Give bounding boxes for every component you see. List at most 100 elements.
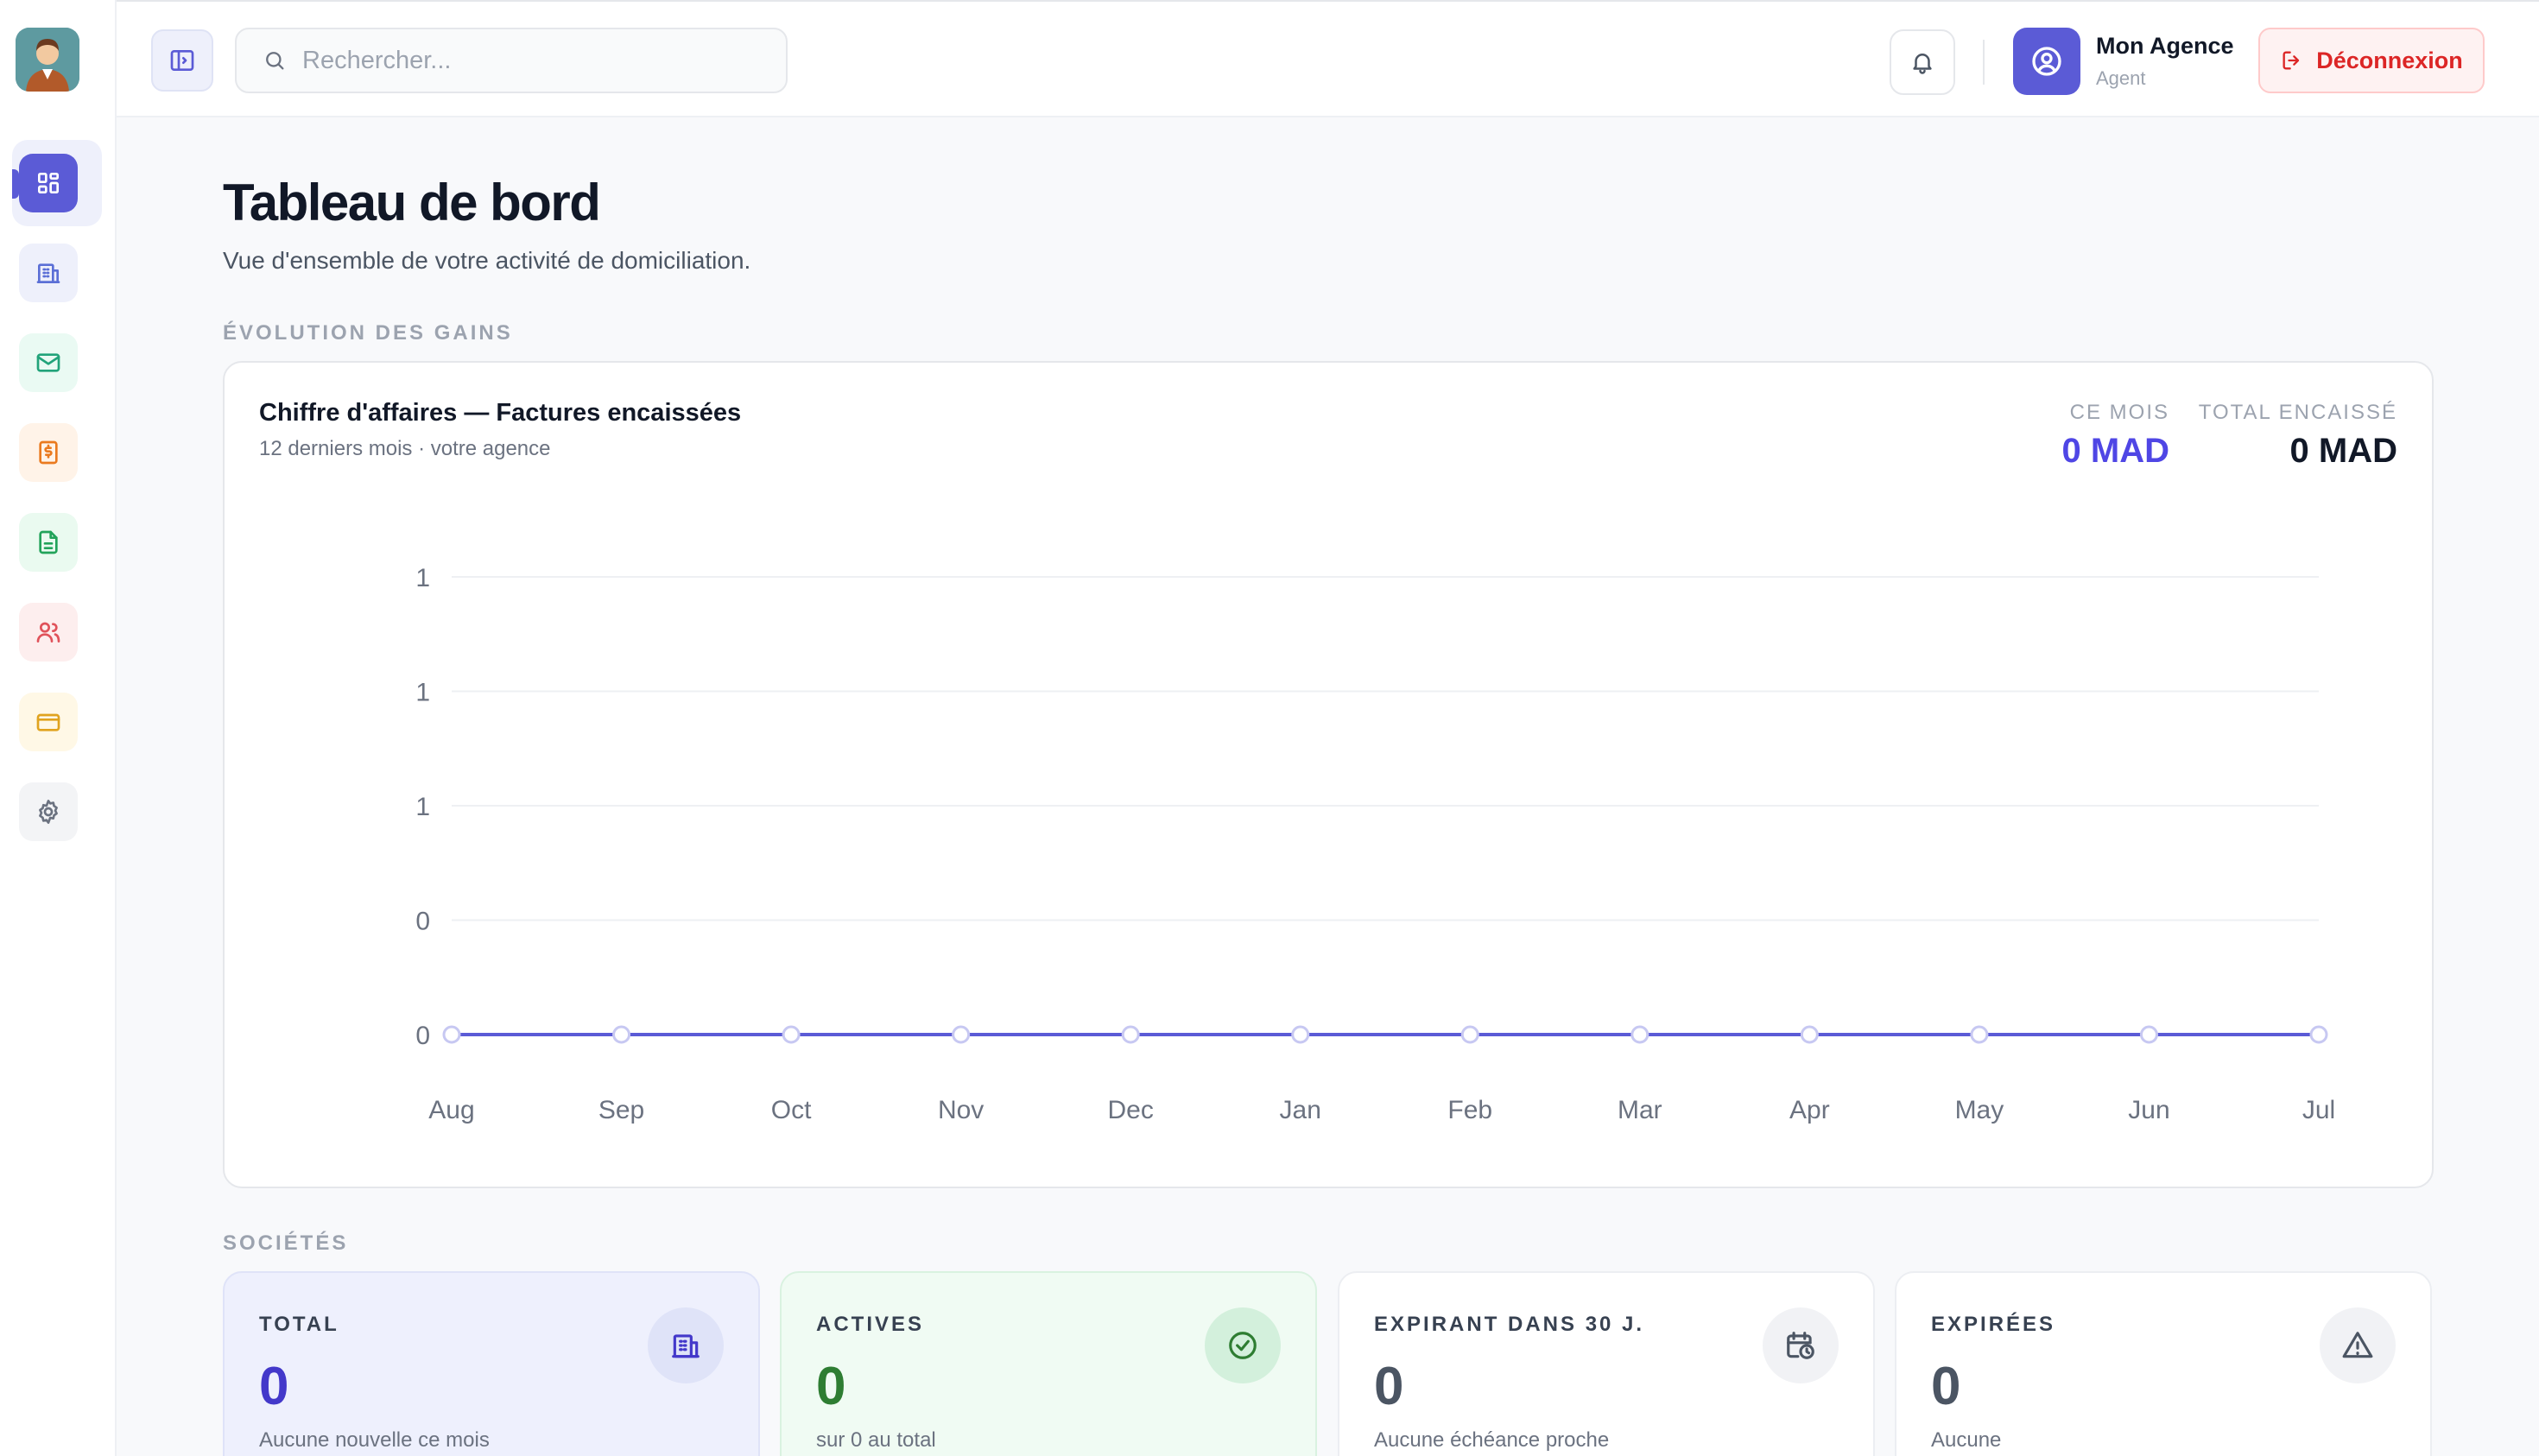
sidebar — [0, 0, 117, 1456]
data-point — [612, 1025, 631, 1044]
kpi-card[interactable]: EXPIRANT DANS 30 J. 0 Aucune échéance proc… — [1338, 1271, 1875, 1456]
app: Mon Agence Agent Déconnexion Tableau de … — [0, 0, 2539, 1456]
chart-subtitle: 12 derniers mois · votre agence — [259, 437, 551, 460]
sidebar-item-invoices[interactable] — [19, 423, 78, 482]
mail-icon — [36, 353, 60, 372]
kpi-card[interactable]: EXPIRÉES 0 Aucune — [1895, 1271, 2432, 1456]
kpi-value: 0 — [259, 1357, 289, 1416]
x-tick-label: Jul — [2302, 1096, 2335, 1124]
page-title: Tableau de bord — [223, 174, 601, 231]
invoice-icon — [39, 440, 58, 465]
x-tick-label: Mar — [1618, 1096, 1662, 1124]
y-tick-label: 1 — [415, 793, 430, 821]
users-icon — [36, 622, 60, 643]
kpi-label: EXPIRÉES — [1931, 1313, 2056, 1336]
sidebar-item-documents[interactable] — [19, 513, 78, 572]
kpi-card[interactable]: ACTIVES 0 sur 0 au total — [780, 1271, 1317, 1456]
search-box[interactable] — [235, 28, 788, 93]
sidebar-toggle-button[interactable] — [151, 29, 213, 92]
y-tick-label: 0 — [415, 1022, 430, 1050]
data-point — [1630, 1025, 1649, 1044]
x-tick-label: Nov — [938, 1096, 984, 1124]
building-icon — [672, 1334, 700, 1358]
data-point — [952, 1025, 971, 1044]
check-circle-icon — [1229, 1332, 1257, 1359]
kpi-value: 0 — [816, 1357, 846, 1416]
this-month-value: 0 MAD — [2061, 432, 2169, 470]
data-point — [1970, 1025, 1989, 1044]
section-label-earnings: ÉVOLUTION DES GAINS — [223, 321, 513, 345]
kpi-label: ACTIVES — [816, 1313, 925, 1336]
chart-title: Chiffre d'affaires — Factures encaissées — [259, 399, 742, 427]
logout-icon — [2283, 51, 2300, 70]
x-tick-label: Dec — [1108, 1096, 1154, 1124]
search-input[interactable] — [302, 46, 751, 75]
data-point — [782, 1025, 801, 1044]
kpi-card[interactable]: TOTAL 0 Aucune nouvelle ce mois — [223, 1271, 760, 1456]
bell-icon — [1913, 54, 1932, 74]
data-point — [442, 1025, 461, 1044]
top-header: Mon Agence Agent Déconnexion — [117, 0, 2539, 117]
notifications-button[interactable] — [1890, 29, 1955, 95]
data-point — [1800, 1025, 1819, 1044]
logout-button[interactable]: Déconnexion — [2258, 28, 2485, 93]
header-divider — [1983, 40, 1985, 85]
revenue-line-chart: 1 1 1 0 0 Aug Sep Oct Nov Dec Jan Feb Mar Apr May Jun Ju… — [415, 564, 2335, 1124]
y-tick-label: 1 — [415, 679, 430, 707]
sidebar-item-clients[interactable] — [19, 603, 78, 662]
section-label-companies: SOCIÉTÉS — [223, 1231, 349, 1255]
user-name: Mon Agence — [2096, 33, 2234, 59]
kpi-value: 0 — [1374, 1357, 1404, 1416]
x-tick-label: Aug — [428, 1096, 474, 1124]
sidebar-item-dashboard[interactable] — [19, 154, 78, 212]
user-role: Agent — [2096, 67, 2146, 89]
x-tick-label: Feb — [1447, 1096, 1492, 1124]
x-tick-label: Sep — [598, 1096, 644, 1124]
nav-active-indicator — [12, 169, 19, 199]
data-point — [1460, 1025, 1479, 1044]
logo-avatar[interactable] — [16, 28, 79, 92]
kpi-note: sur 0 au total — [816, 1428, 936, 1452]
kpi-label: EXPIRANT DANS 30 J. — [1374, 1313, 1645, 1336]
data-point — [1121, 1025, 1140, 1044]
x-tick-label: Oct — [771, 1096, 812, 1124]
x-tick-label: May — [1955, 1096, 2004, 1124]
kpi-note: Aucune nouvelle ce mois — [259, 1428, 490, 1452]
total-collected-label: TOTAL ENCAISSÉ — [2198, 401, 2397, 424]
kpi-icon-badge — [1205, 1307, 1281, 1383]
document-icon — [39, 530, 58, 554]
kpi-icon-badge — [648, 1307, 724, 1383]
search-icon — [266, 52, 284, 70]
sidebar-item-payments[interactable] — [19, 693, 78, 751]
kpi-icon-badge — [2320, 1307, 2396, 1383]
sidebar-item-settings[interactable] — [19, 782, 78, 841]
y-tick-label: 0 — [415, 908, 430, 936]
this-month-label: CE MOIS — [2069, 401, 2169, 424]
data-point — [2309, 1025, 2328, 1044]
logout-label: Déconnexion — [2316, 47, 2463, 73]
kpi-value: 0 — [1931, 1357, 1961, 1416]
y-tick-label: 1 — [415, 564, 430, 592]
kpi-icon-badge — [1763, 1307, 1839, 1383]
user-circle-icon — [2032, 47, 2061, 76]
panel-toggle-icon — [170, 50, 194, 71]
building-icon — [36, 263, 60, 283]
card-icon — [36, 713, 60, 731]
grid-icon — [37, 173, 59, 193]
x-tick-label: Apr — [1789, 1096, 1830, 1124]
data-point — [1291, 1025, 1310, 1044]
user-avatar[interactable] — [2013, 28, 2080, 95]
kpi-label: TOTAL — [259, 1313, 339, 1336]
total-collected-value: 0 MAD — [2289, 432, 2397, 470]
x-tick-label: Jun — [2128, 1096, 2169, 1124]
kpi-note: Aucune échéance proche — [1374, 1428, 1610, 1452]
x-tick-label: Jan — [1280, 1096, 1321, 1124]
sidebar-item-mail[interactable] — [19, 333, 78, 392]
data-point — [2139, 1025, 2158, 1044]
calendar-clock-icon — [1787, 1332, 1814, 1359]
revenue-chart-card: 1 1 1 0 0 Aug Sep Oct Nov Dec Jan Feb Mar Apr May Jun Ju… — [223, 361, 2434, 1188]
sidebar-item-companies[interactable] — [19, 244, 78, 302]
gear-icon — [39, 800, 58, 824]
page-subtitle: Vue d'ensemble de votre activité de domi… — [223, 247, 751, 274]
warning-icon — [2342, 1332, 2373, 1358]
